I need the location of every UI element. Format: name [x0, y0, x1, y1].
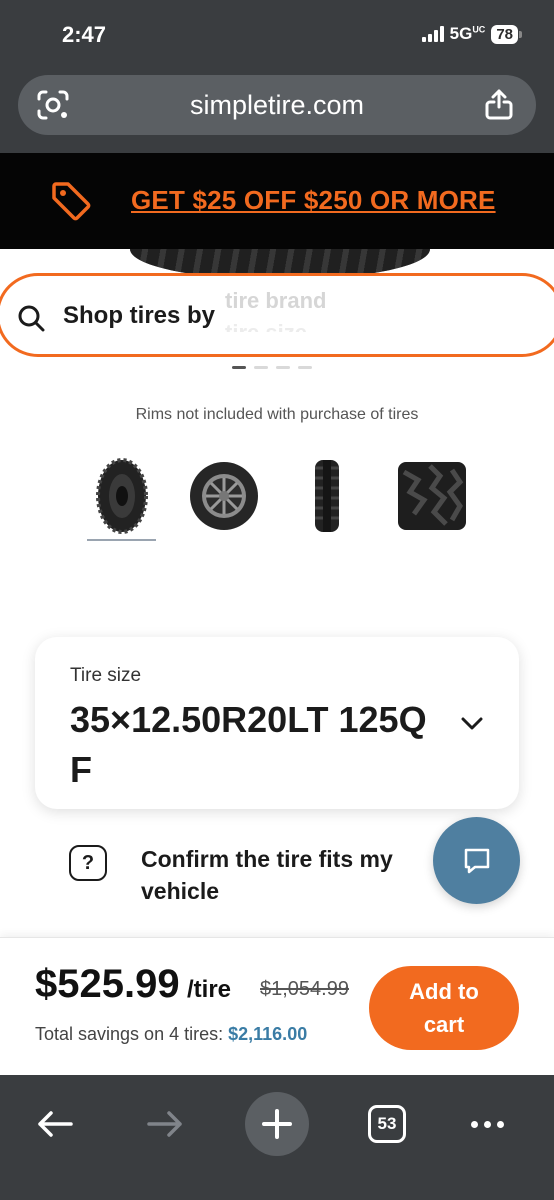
tabs-button[interactable]: 53 — [355, 1092, 419, 1156]
tabs-count-icon: 53 — [368, 1105, 406, 1143]
promo-banner[interactable]: GET $25 OFF $250 OR MORE — [0, 153, 554, 249]
price-bar: $525.99 /tire $1,054.99 Total savings on… — [0, 937, 554, 1075]
thumbnail-tire-profile[interactable] — [291, 458, 363, 534]
carousel-dot[interactable] — [232, 366, 246, 369]
carousel-dot[interactable] — [254, 366, 268, 369]
confirm-fit-link[interactable]: Confirm the tire fits my vehicle — [141, 843, 431, 907]
savings-value: $2,116.00 — [228, 1024, 308, 1044]
price-current: $525.99 — [35, 962, 180, 1006]
status-time: 2:47 — [62, 22, 107, 47]
tire-size-selector[interactable]: Tire size 35×12.50R20LT 125Q F — [35, 637, 519, 809]
thumbnail-tire-side[interactable] — [86, 458, 158, 534]
search-label: Shop tires by — [63, 302, 216, 329]
plus-icon — [262, 1109, 292, 1139]
browser-top-chrome: 2:47 5GUC 78 simpletire.com — [0, 0, 554, 153]
shop-tires-search[interactable]: Shop tires by tire brand tire size — [0, 273, 554, 357]
thumbnail-tire-wheel[interactable] — [188, 458, 260, 534]
promo-link[interactable]: GET $25 OFF $250 OR MORE — [131, 185, 496, 216]
carousel-dots — [232, 366, 312, 369]
chat-button[interactable] — [433, 817, 520, 904]
add-to-cart-label: Add to cart — [409, 979, 479, 1037]
browser-bottom-nav: 53 — [0, 1075, 554, 1200]
arrow-right-icon — [147, 1111, 182, 1137]
carousel-dot[interactable] — [276, 366, 290, 369]
thumbnail-selected-indicator — [87, 539, 156, 541]
signal-icon — [421, 26, 444, 42]
tire-size-label: Tire size — [70, 665, 142, 686]
help-icon[interactable]: ? — [69, 845, 107, 881]
arrow-left-icon — [38, 1111, 73, 1137]
share-icon[interactable] — [484, 88, 514, 120]
chat-icon — [464, 848, 489, 873]
forward-button[interactable] — [133, 1092, 197, 1156]
add-to-cart-button[interactable]: Add to cart — [369, 966, 519, 1050]
tire-size-value: 35×12.50R20LT 125Q F — [70, 699, 427, 790]
search-rotating-text-next: tire size — [225, 320, 307, 332]
thumbnail-tread-closeup[interactable] — [396, 458, 468, 534]
savings-label: Total savings on 4 tires: — [35, 1024, 224, 1044]
search-rotating-text: tire brand — [225, 288, 327, 313]
address-bar[interactable]: simpletire.com — [18, 75, 536, 135]
chevron-down-icon — [461, 717, 483, 730]
total-savings: Total savings on 4 tires: $2,116.00 — [35, 1024, 307, 1045]
url-text: simpletire.com — [189, 89, 365, 120]
status-indicators: 5GUC 78 — [421, 24, 522, 44]
price-original: $1,054.99 — [260, 978, 349, 1000]
network-label: 5GUC — [449, 24, 486, 43]
price-unit: /tire — [187, 976, 232, 1003]
carousel-dot[interactable] — [298, 366, 312, 369]
new-tab-button[interactable] — [245, 1092, 309, 1156]
search-icon — [18, 305, 45, 332]
price-tag-icon — [52, 182, 91, 221]
back-button[interactable] — [23, 1092, 87, 1156]
more-dots-icon — [470, 1120, 504, 1128]
more-menu-button[interactable] — [455, 1092, 519, 1156]
google-lens-icon[interactable] — [36, 90, 70, 120]
battery-icon: 78 — [491, 24, 522, 44]
rims-disclaimer: Rims not included with purchase of tires — [135, 406, 419, 423]
